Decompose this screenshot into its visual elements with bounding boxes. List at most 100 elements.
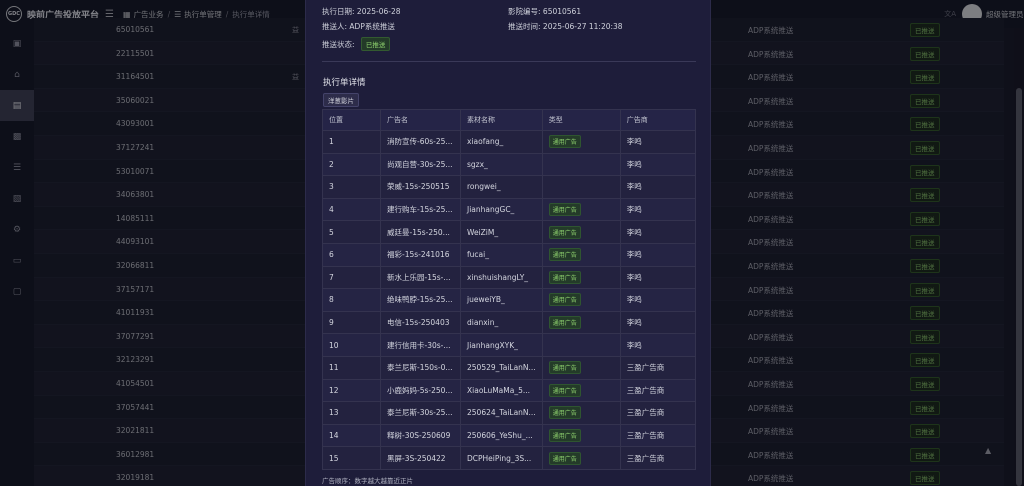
ad-name-cell: 荣威-15s-250515 [380, 175, 461, 199]
table-row: 6 福彩-15s-241016 fucai_ 通用广告 李鸣 [322, 242, 697, 267]
advertiser-cell: 李鸣 [619, 242, 697, 267]
pusher-field: 推送人: ADP系统推送 [322, 21, 395, 32]
exec-detail-dialog: 执行日期: 2025-06-28 影院编号: 65010561 推送人: ADP… [305, 0, 711, 486]
ad-name-cell: 建行购车-15s-25... [380, 197, 461, 222]
cinema-code-field: 影院编号: 65010561 [508, 6, 581, 17]
material-cell: sgzx_ [460, 152, 543, 177]
advertiser-cell: 三盈广告商 [619, 446, 697, 470]
material-cell: fucai_ [460, 242, 543, 267]
type-cell: 通用广告 [541, 423, 621, 448]
material-cell: DCPHeiPing_3S... [460, 446, 543, 470]
type-cell: 通用广告 [541, 265, 621, 290]
ad-name-cell: 泰兰尼斯-150s-0... [380, 355, 461, 380]
section-divider [322, 61, 696, 62]
material-cell: 250624_TaiLanN... [460, 401, 543, 425]
type-cell: 通用广告 [541, 242, 621, 267]
type-badge: 通用广告 [548, 203, 581, 217]
ad-name-cell: 黑屏-3S-250422 [380, 446, 461, 470]
ad-name-cell: 消防宣传-60s-25... [380, 130, 461, 154]
table-row: 10 建行信用卡-30s-... JianhangXYK_ 李鸣 [322, 333, 697, 357]
ad-detail-table: 位置 广告名 素材名称 类型 广告商 1 消防宣传-60s-25... xiaofa… [322, 109, 697, 470]
push-time-field: 推送时间: 2025-06-27 11:20:38 [508, 21, 623, 32]
advertiser-cell: 三盈广告商 [619, 378, 697, 403]
material-cell: xiaofang_ [460, 130, 543, 154]
film-filter-button[interactable]: 洋葱影片 [323, 93, 359, 107]
type-cell: 通用广告 [541, 310, 621, 335]
pusher-value: ADP系统推送 [349, 22, 395, 31]
type-badge: 通用广告 [548, 361, 581, 375]
pusher-label: 推送人: [322, 22, 348, 31]
position-cell: 14 [322, 423, 381, 448]
advertiser-cell: 李鸣 [619, 220, 697, 244]
type-badge: 通用广告 [548, 293, 581, 307]
advertiser-cell: 李鸣 [619, 333, 697, 357]
type-cell [541, 333, 621, 357]
type-cell: 通用广告 [541, 197, 621, 222]
push-time-value: 2025-06-27 11:20:38 [542, 22, 623, 31]
position-cell: 6 [322, 242, 381, 267]
advertiser-cell: 李鸣 [619, 310, 697, 335]
type-badge: 通用广告 [548, 270, 581, 284]
type-cell: 通用广告 [541, 355, 621, 380]
type-badge: 通用广告 [548, 316, 581, 330]
material-cell: XiaoLuMaMa_5... [460, 378, 543, 403]
material-cell: jueweiYB_ [460, 288, 543, 312]
type-badge: 通用广告 [548, 383, 581, 397]
cinema-code-value: 65010561 [542, 7, 582, 16]
push-status-field: 推送状态: 已推送 [322, 37, 391, 51]
material-cell: rongwei_ [460, 175, 543, 199]
position-cell: 7 [322, 265, 381, 290]
type-cell: 通用广告 [541, 130, 621, 154]
position-cell: 8 [322, 288, 381, 312]
exec-date-field: 执行日期: 2025-06-28 [322, 6, 401, 17]
position-cell: 12 [322, 378, 381, 403]
push-time-label: 推送时间: [508, 22, 541, 31]
cinema-code-label: 影院编号: [508, 7, 541, 16]
push-status-label: 推送状态: [322, 40, 355, 49]
table-row: 9 电信-15s-250403 dianxin_ 通用广告 李鸣 [322, 310, 697, 335]
advertiser-cell: 李鸣 [619, 288, 697, 312]
type-cell [541, 152, 621, 177]
column-header-material: 素材名称 [460, 109, 543, 131]
exec-date-value: 2025-06-28 [356, 7, 401, 16]
position-cell: 2 [322, 152, 381, 177]
ad-name-cell: 建行信用卡-30s-... [380, 333, 461, 357]
table-row: 1 消防宣传-60s-25... xiaofang_ 通用广告 李鸣 [322, 130, 697, 154]
type-badge: 通用广告 [548, 429, 581, 443]
advertiser-cell: 李鸣 [619, 152, 697, 177]
position-cell: 13 [322, 401, 381, 425]
position-cell: 9 [322, 310, 381, 335]
table-row: 8 绝味鸭脖-15s-25... jueweiYB_ 通用广告 李鸣 [322, 288, 697, 312]
type-badge: 通用广告 [548, 225, 581, 239]
position-cell: 3 [322, 175, 381, 199]
ad-name-cell: 威廷曼-15s-250... [380, 220, 461, 244]
table-row: 3 荣威-15s-250515 rongwei_ 李鸣 [322, 175, 697, 199]
advertiser-cell: 三盈广告商 [619, 355, 697, 380]
position-cell: 1 [322, 130, 381, 154]
table-row: 15 黑屏-3S-250422 DCPHeiPing_3S... 通用广告 三盈广告商 [322, 446, 697, 470]
advertiser-cell: 李鸣 [619, 197, 697, 222]
table-header-row: 位置 广告名 素材名称 类型 广告商 [322, 109, 697, 131]
ad-name-cell: 小鹿妈妈-5s-250... [380, 378, 461, 403]
type-badge: 通用广告 [548, 406, 581, 420]
exec-date-label: 执行日期: [322, 7, 355, 16]
ad-name-cell: 尚观自营-30s-25... [380, 152, 461, 177]
position-cell: 5 [322, 220, 381, 244]
column-header-position: 位置 [322, 109, 381, 131]
advertiser-cell: 李鸣 [619, 265, 697, 290]
column-header-ad-name: 广告名 [380, 109, 461, 131]
column-header-type: 类型 [541, 109, 621, 131]
type-cell: 通用广告 [541, 446, 621, 470]
material-cell: 250606_YeShu_... [460, 423, 543, 448]
advertiser-cell: 李鸣 [619, 130, 697, 154]
advertiser-cell: 李鸣 [619, 175, 697, 199]
order-note: 广告顺序：数字越大越靠近正片 [322, 477, 413, 485]
position-cell: 10 [322, 333, 381, 357]
ad-name-cell: 新水上乐园-15s-... [380, 265, 461, 290]
position-cell: 4 [322, 197, 381, 222]
material-cell: JianhangGC_ [460, 197, 543, 222]
ad-name-cell: 福彩-15s-241016 [380, 242, 461, 267]
advertiser-cell: 三盈广告商 [619, 401, 697, 425]
table-row: 4 建行购车-15s-25... JianhangGC_ 通用广告 李鸣 [322, 197, 697, 222]
section-title: 执行单详情 [323, 78, 366, 88]
